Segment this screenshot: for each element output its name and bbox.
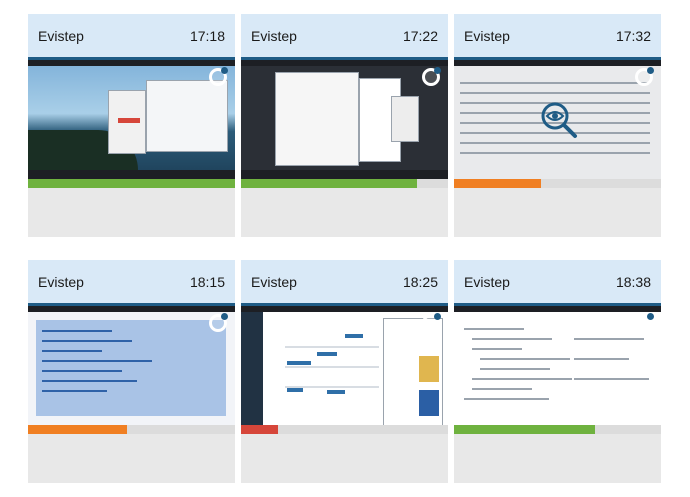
card-header: Evistep 17:32 bbox=[454, 14, 661, 57]
card-header: Evistep 18:38 bbox=[454, 260, 661, 303]
session-time: 17:22 bbox=[402, 27, 438, 44]
refresh-icon[interactable] bbox=[635, 67, 654, 86]
refresh-icon[interactable] bbox=[635, 313, 654, 332]
screenshot-thumbnail[interactable] bbox=[28, 57, 235, 179]
progress-fill bbox=[28, 179, 235, 188]
refresh-icon[interactable] bbox=[422, 67, 441, 86]
session-grid: Evistep 17:18 Evistep 17:22 Evistep 17:3… bbox=[28, 14, 661, 483]
progress-fill bbox=[28, 425, 128, 434]
screenshot-thumbnail[interactable] bbox=[241, 57, 448, 179]
session-card[interactable]: Evistep 17:22 bbox=[241, 14, 448, 237]
card-header: Evistep 17:18 bbox=[28, 14, 235, 57]
user-name: Evistep bbox=[464, 27, 510, 44]
refresh-icon[interactable] bbox=[209, 67, 228, 86]
session-time: 18:15 bbox=[189, 273, 225, 290]
screenshot-thumbnail[interactable] bbox=[454, 57, 661, 179]
user-name: Evistep bbox=[38, 27, 84, 44]
progress-fill bbox=[241, 425, 279, 434]
card-header: Evistep 17:22 bbox=[241, 14, 448, 57]
session-time: 17:32 bbox=[615, 27, 651, 44]
session-progress bbox=[241, 179, 448, 188]
session-time: 18:38 bbox=[615, 273, 651, 290]
eye-magnifier-icon[interactable] bbox=[539, 100, 579, 140]
progress-fill bbox=[454, 425, 595, 434]
card-header: Evistep 18:25 bbox=[241, 260, 448, 303]
session-card[interactable]: Evistep 17:18 bbox=[28, 14, 235, 237]
session-card[interactable]: Evistep 18:25 bbox=[241, 260, 448, 483]
session-progress bbox=[454, 179, 661, 188]
refresh-icon[interactable] bbox=[209, 313, 228, 332]
card-header: Evistep 18:15 bbox=[28, 260, 235, 303]
user-name: Evistep bbox=[251, 273, 297, 290]
progress-fill bbox=[454, 179, 541, 188]
screenshot-thumbnail[interactable] bbox=[28, 303, 235, 425]
session-progress bbox=[241, 425, 448, 434]
session-card[interactable]: Evistep 17:32 bbox=[454, 14, 661, 237]
progress-fill bbox=[241, 179, 417, 188]
user-name: Evistep bbox=[464, 273, 510, 290]
session-progress bbox=[454, 425, 661, 434]
session-time: 17:18 bbox=[189, 27, 225, 44]
session-progress bbox=[28, 425, 235, 434]
refresh-icon[interactable] bbox=[422, 313, 441, 332]
user-name: Evistep bbox=[251, 27, 297, 44]
session-card[interactable]: Evistep 18:15 bbox=[28, 260, 235, 483]
screenshot-thumbnail[interactable] bbox=[241, 303, 448, 425]
session-time: 18:25 bbox=[402, 273, 438, 290]
user-name: Evistep bbox=[38, 273, 84, 290]
screenshot-thumbnail[interactable] bbox=[454, 303, 661, 425]
session-progress bbox=[28, 179, 235, 188]
session-card[interactable]: Evistep 18:38 bbox=[454, 260, 661, 483]
